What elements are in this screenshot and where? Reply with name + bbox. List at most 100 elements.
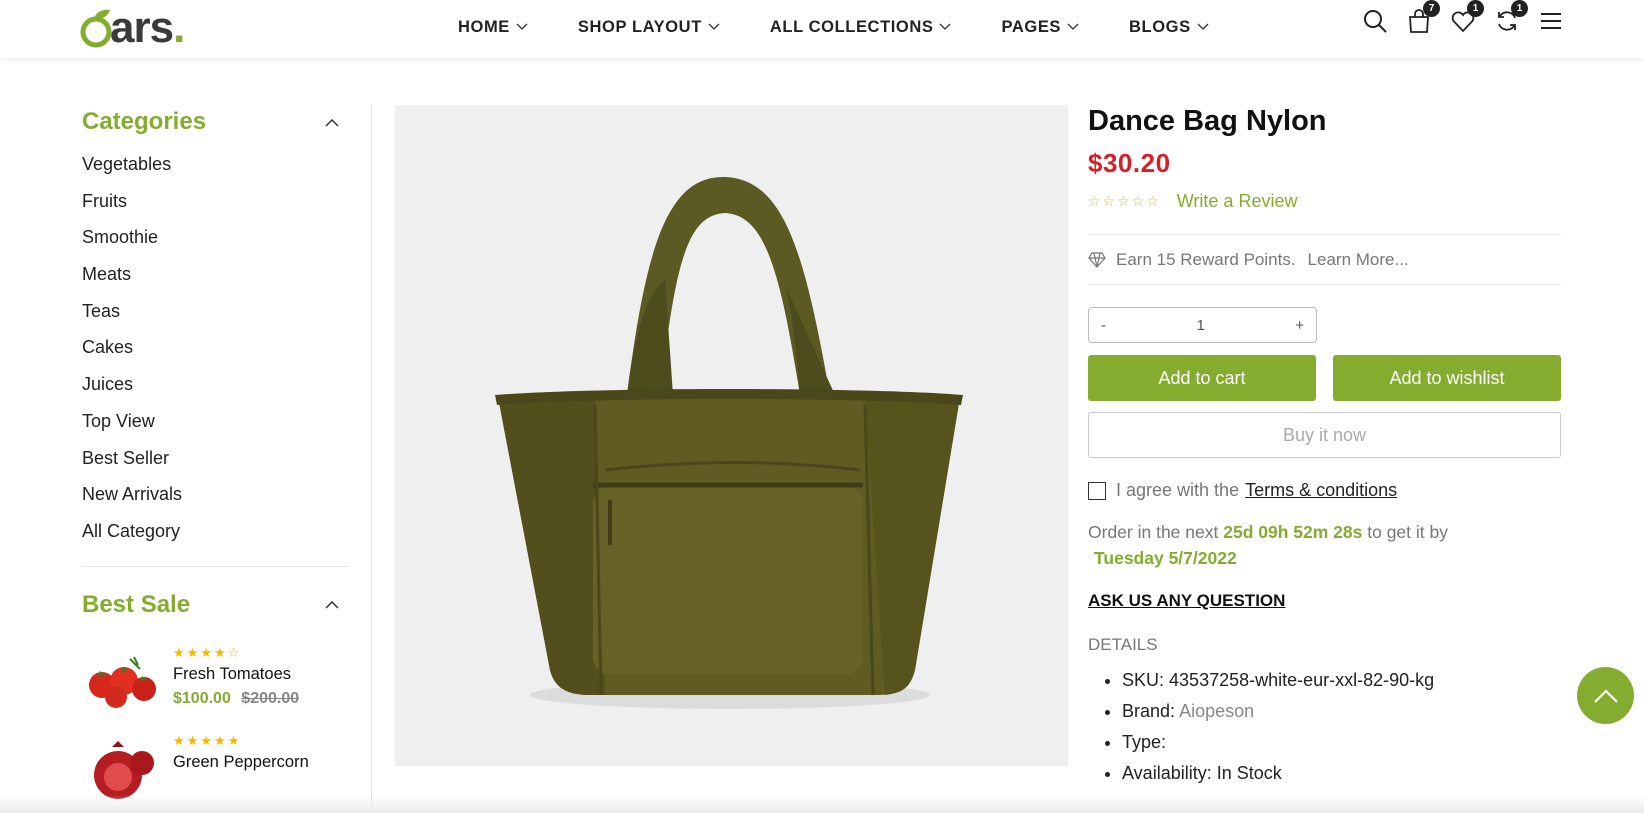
chevron-down-icon (708, 23, 720, 30)
countdown-timer: 25d 09h 52m 28s (1223, 522, 1363, 542)
cart-count-badge: 7 (1423, 0, 1440, 17)
category-item[interactable]: Top View (82, 403, 349, 440)
delivery-date: Tuesday 5/7/2022 (1094, 548, 1237, 568)
qty-decrease-button[interactable]: - (1101, 317, 1106, 334)
header-icons: 7 1 1 (1344, 0, 1564, 34)
sidebar: Categories Vegetables Fruits Smoothie Me… (82, 100, 349, 803)
nav-shop-layout-label: SHOP LAYOUT (577, 17, 702, 36)
wishlist-count-badge: 1 (1467, 0, 1484, 17)
price-row: $100.00 $200.00 (173, 690, 299, 708)
ask-question-link[interactable]: ASK US ANY QUESTION (1088, 591, 1285, 611)
detail-availability: Availability: In Stock (1122, 758, 1561, 789)
qty-value[interactable]: 1 (1196, 317, 1204, 334)
cart-button[interactable]: 7 (1406, 0, 1440, 34)
chevron-up-icon (1593, 688, 1618, 703)
review-row: ☆☆☆☆☆ Write a Review (1088, 191, 1561, 212)
search-button[interactable] (1362, 8, 1388, 34)
chevron-up-icon (325, 118, 339, 127)
rating-stars: ☆☆☆☆☆ (1088, 193, 1161, 209)
nav-blogs-label: BLOGS (1129, 17, 1191, 36)
logo-leaf-icon (80, 9, 112, 48)
category-item[interactable]: Teas (82, 293, 349, 330)
rating-stars: ★★★★☆ (173, 644, 242, 660)
nav-shop-layout[interactable]: SHOP LAYOUT (578, 18, 720, 37)
category-item[interactable]: All Category (82, 513, 349, 550)
tote-bag-image (495, 176, 963, 709)
product-title: Dance Bag Nylon (1088, 105, 1327, 137)
reward-text: Earn 15 Reward Points. (1116, 249, 1296, 269)
detail-brand: Brand: Aiopeson (1122, 696, 1561, 727)
site-header: ars. HOME SHOP LAYOUT ALL COLLECTIONS PA… (0, 0, 1644, 58)
nav-pages[interactable]: PAGES (1001, 18, 1079, 37)
write-review-link[interactable]: Write a Review (1177, 191, 1298, 212)
category-list: Vegetables Fruits Smoothie Meats Teas Ca… (82, 146, 349, 550)
details-list: SKU: 43537258-white-eur-xxl-82-90-kg Bra… (1088, 665, 1561, 789)
add-to-wishlist-button[interactable]: Add to wishlist (1333, 355, 1561, 401)
compare-count-badge: 1 (1511, 0, 1528, 17)
category-item[interactable]: Meats (82, 256, 349, 293)
order-prefix: Order in the next (1088, 522, 1219, 542)
compare-button[interactable]: 1 (1494, 0, 1528, 34)
chevron-up-icon (325, 601, 339, 609)
detail-sku: SKU: 43537258-white-eur-xxl-82-90-kg (1122, 665, 1561, 696)
order-mid: to get it by (1367, 522, 1448, 542)
terms-link[interactable]: Terms & conditions (1245, 480, 1397, 501)
bottom-fade (0, 795, 1644, 813)
product-image[interactable] (395, 105, 1068, 766)
quantity-stepper[interactable]: - 1 + (1088, 307, 1317, 343)
chevron-down-icon (1197, 23, 1209, 30)
logo[interactable]: ars. (80, 3, 185, 52)
tomatoes-image (89, 656, 156, 708)
add-to-cart-button[interactable]: Add to cart (1088, 355, 1316, 401)
best-sale-item[interactable]: ★★★★☆ Fresh Tomatoes $100.00 $200.00 (82, 645, 349, 715)
terms-checkbox[interactable] (1088, 481, 1106, 500)
product-price: $30.20 (1088, 148, 1171, 178)
qty-increase-button[interactable]: + (1295, 317, 1304, 334)
terms-agreement: I agree with the Terms & conditions (1088, 480, 1561, 501)
nav-pages-label: PAGES (1001, 17, 1062, 36)
categories-title: Categories (82, 108, 207, 135)
nav-home[interactable]: HOME (458, 18, 528, 37)
wishlist-button[interactable]: 1 (1450, 0, 1484, 34)
pomegranate-image (94, 740, 154, 799)
category-item[interactable]: New Arrivals (82, 476, 349, 513)
current-price: $100.00 (173, 689, 231, 707)
buy-now-button[interactable]: Buy it now (1088, 412, 1561, 458)
action-buttons: Add to cart Add to wishlist (1088, 355, 1561, 401)
menu-button[interactable] (1538, 8, 1564, 34)
chevron-down-icon (940, 23, 951, 30)
learn-more-link[interactable]: Learn More... (1308, 250, 1409, 270)
nav-blogs[interactable]: BLOGS (1129, 18, 1209, 37)
categories-header[interactable]: Categories (82, 100, 349, 144)
nav-all-collections-label: ALL COLLECTIONS (769, 17, 934, 36)
agree-text: I agree with the (1116, 480, 1240, 500)
product-info: Dance Bag Nylon $30.20 ☆☆☆☆☆ Write a Rev… (1088, 100, 1561, 789)
main-nav: HOME SHOP LAYOUT ALL COLLECTIONS PAGES B… (458, 0, 1259, 54)
best-sale-header[interactable]: Best Sale (82, 583, 349, 627)
best-sale-info: ★★★★☆ Fresh Tomatoes $100.00 $200.00 (173, 645, 299, 715)
nav-all-collections[interactable]: ALL COLLECTIONS (770, 18, 952, 37)
best-sale-title: Best Sale (82, 590, 191, 618)
scroll-to-top-button[interactable] (1577, 667, 1634, 724)
chevron-down-icon (1067, 23, 1079, 30)
rating-stars: ★★★★★ (173, 732, 242, 748)
category-item[interactable]: Vegetables (82, 146, 349, 183)
category-item[interactable]: Fruits (82, 183, 349, 220)
delivery-countdown: Order in the next 25d 09h 52m 28s to get… (1088, 519, 1561, 571)
best-sale-info: ★★★★★ Green Peppercorn (173, 733, 309, 803)
product-name[interactable]: Green Peppercorn (173, 753, 309, 772)
category-item[interactable]: Juices (82, 366, 349, 403)
sidebar-divider-line (371, 104, 372, 813)
category-item[interactable]: Smoothie (82, 219, 349, 256)
category-item[interactable]: Cakes (82, 329, 349, 366)
search-icon (1364, 10, 1387, 33)
chevron-down-icon (516, 23, 528, 30)
details-heading: DETAILS (1088, 635, 1158, 654)
hamburger-menu-icon (1541, 13, 1561, 29)
best-sale-item[interactable]: ★★★★★ Green Peppercorn (82, 733, 349, 803)
category-item[interactable]: Best Seller (82, 440, 349, 477)
reward-points: Earn 15 Reward Points. Learn More... (1088, 234, 1561, 285)
diamond-icon (1088, 251, 1106, 268)
product-name[interactable]: Fresh Tomatoes (173, 665, 299, 684)
logo-text: ars. (110, 3, 185, 52)
